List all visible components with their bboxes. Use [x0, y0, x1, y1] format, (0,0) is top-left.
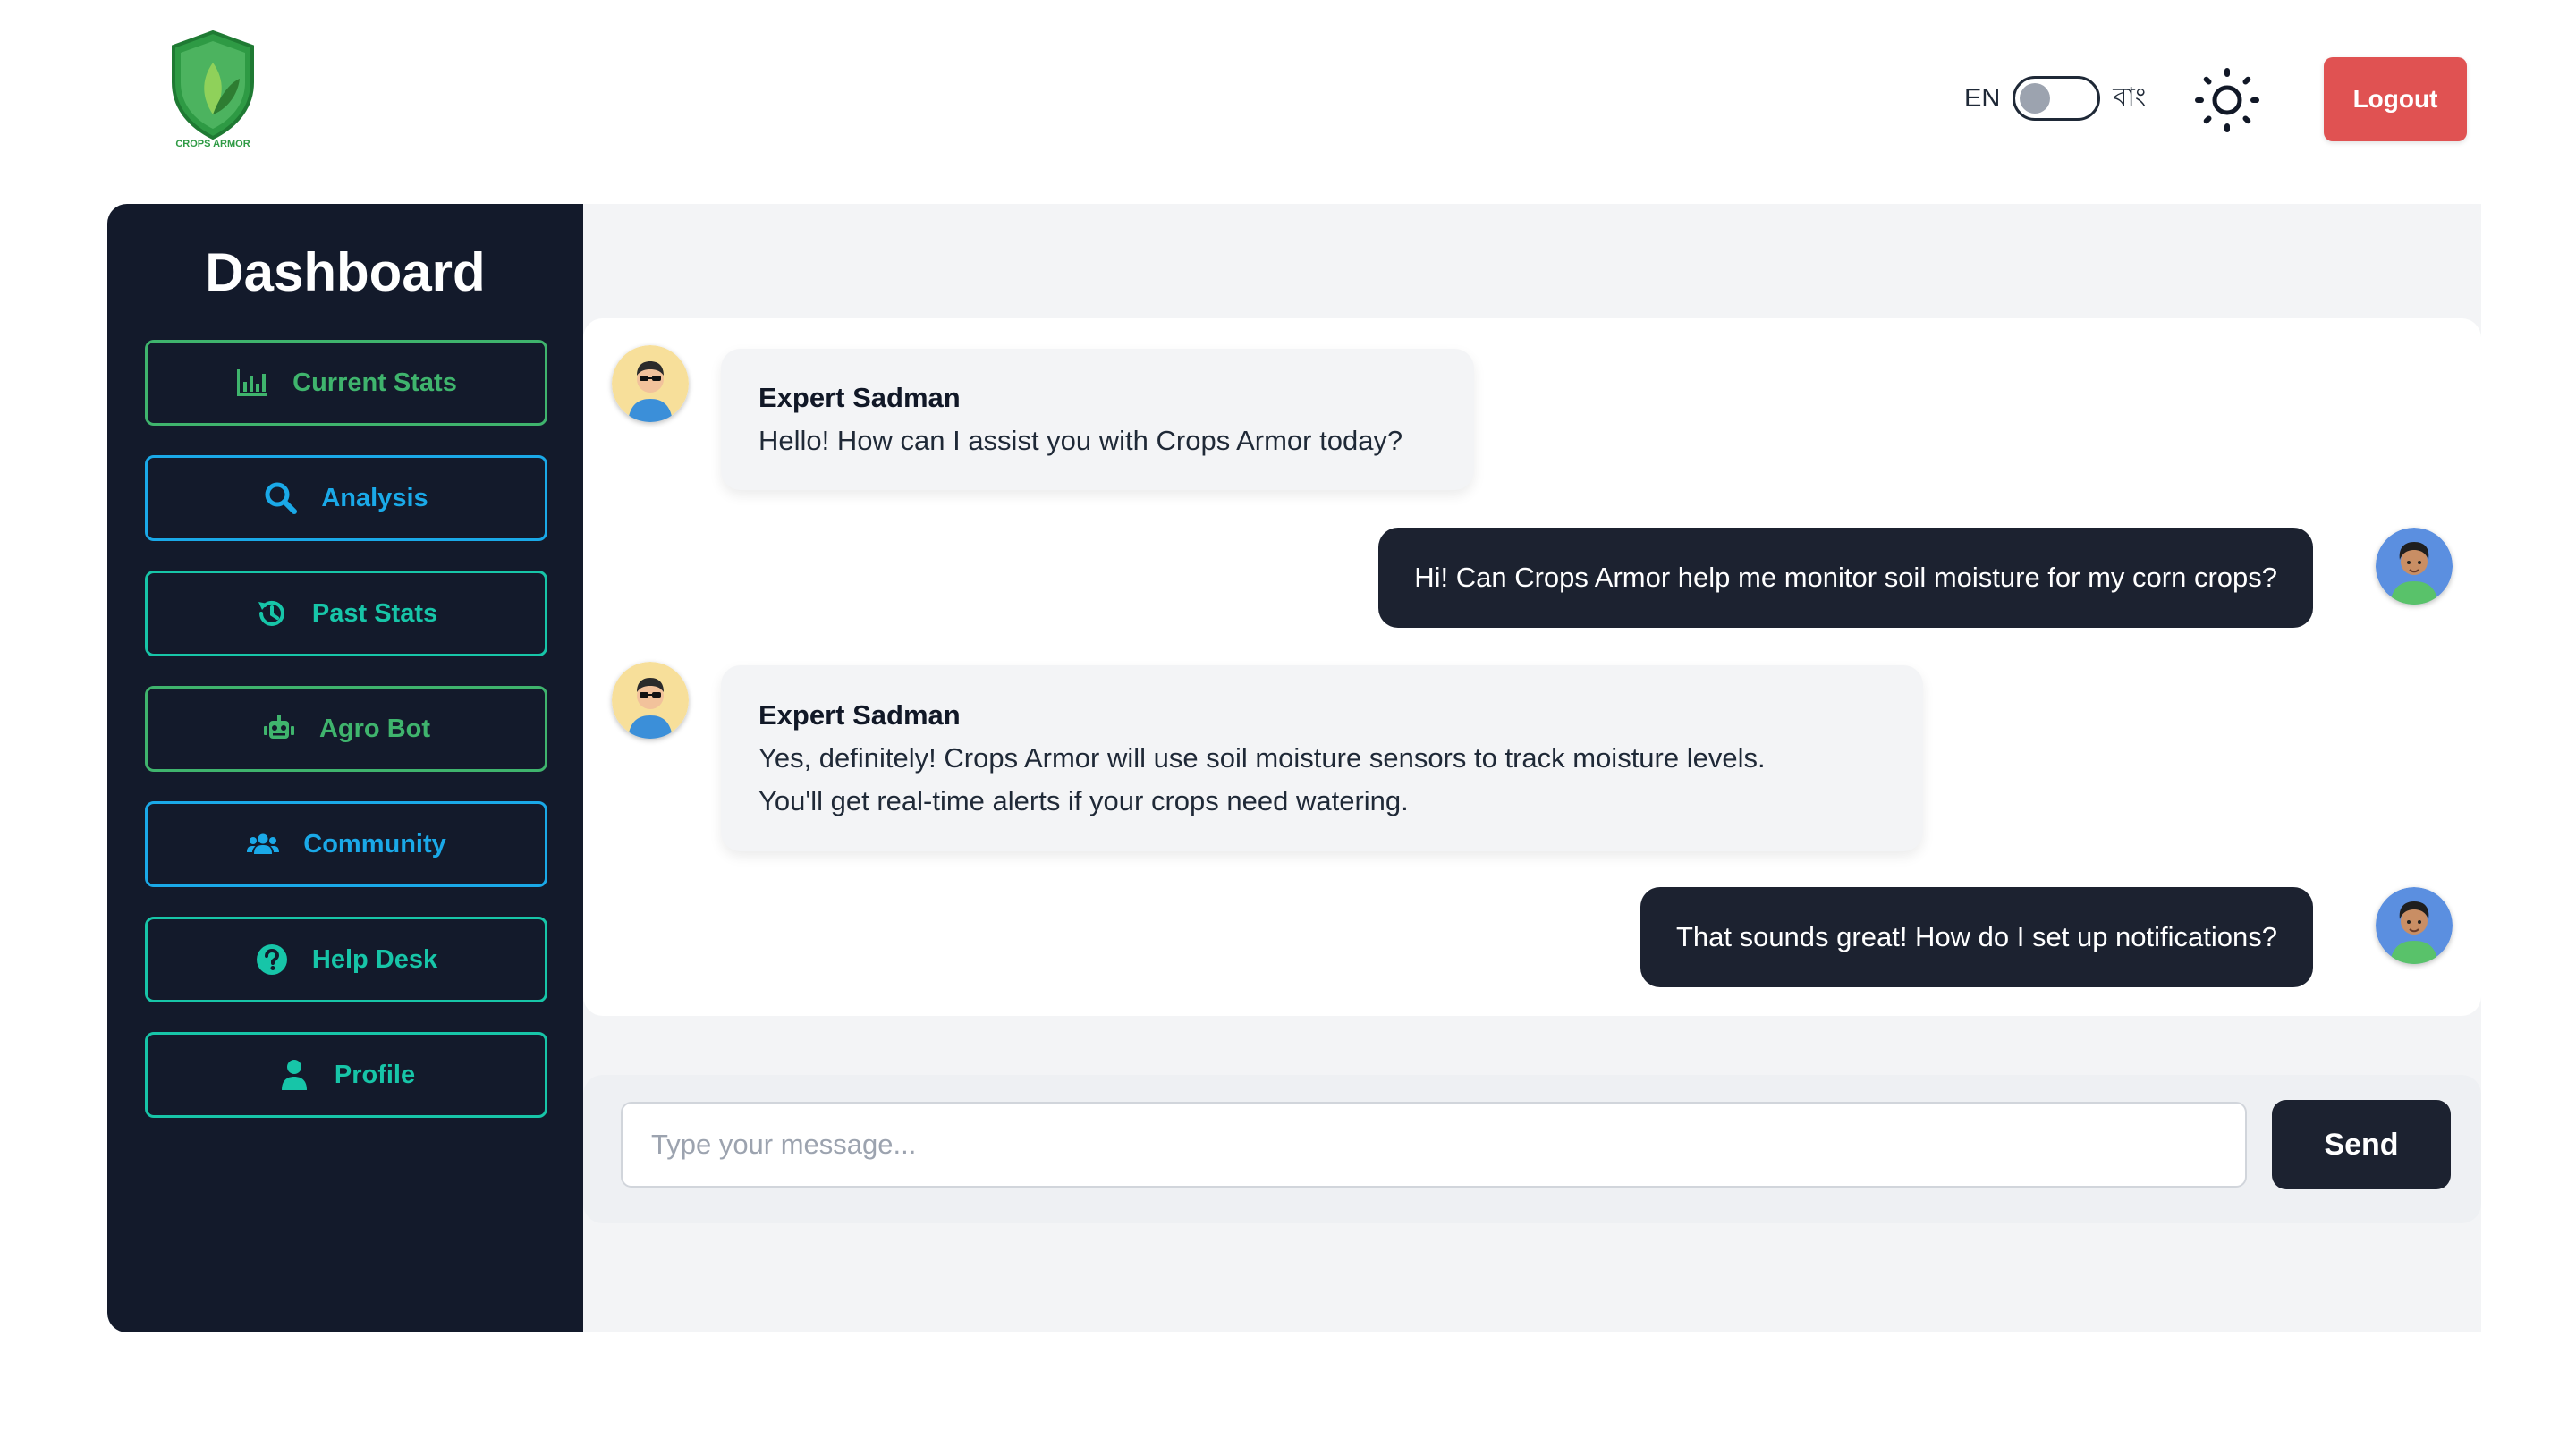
message-sender: Expert Sadman — [758, 699, 961, 731]
robot-icon — [263, 715, 294, 739]
user-avatar — [2376, 887, 2453, 964]
sidebar: Dashboard Current Stats Analysis Past St… — [107, 204, 583, 1332]
message-text: That sounds great! How do I set up notif… — [1675, 921, 2277, 952]
sidebar-title: Dashboard — [205, 242, 486, 302]
message-input[interactable] — [621, 1102, 2247, 1188]
bar-chart-icon — [237, 369, 268, 396]
message-sender: Expert Sadman — [758, 382, 961, 413]
message-text-line: Yes, definitely! Crops Armor will use so… — [758, 742, 1766, 774]
main-content: Expert Sadman Hello! How can I assist yo… — [583, 204, 2481, 1332]
toggle-knob — [2020, 83, 2051, 114]
sidebar-item-label: Current Stats — [292, 368, 457, 397]
sun-icon[interactable] — [2193, 66, 2261, 134]
lang-en-label: EN — [1964, 83, 2001, 113]
send-button[interactable]: Send — [2272, 1100, 2451, 1189]
logout-button[interactable]: Logout — [2324, 57, 2467, 141]
sidebar-item-label: Community — [303, 829, 446, 859]
sidebar-item-label: Agro Bot — [318, 714, 431, 743]
expert-message-bubble: Expert Sadman Yes, definitely! Crops Arm… — [721, 665, 1923, 851]
sidebar-item-label: Profile — [334, 1060, 416, 1089]
sidebar-item-profile[interactable]: Profile — [145, 1032, 547, 1118]
message-composer: Send — [583, 1075, 2481, 1223]
sidebar-item-community[interactable]: Community — [145, 801, 547, 887]
sidebar-item-agro-bot[interactable]: Agro Bot — [145, 686, 547, 772]
search-icon — [265, 482, 298, 514]
sidebar-item-label: Past Stats — [311, 598, 438, 628]
language-switch: EN বাং — [1964, 73, 2146, 123]
expert-message-bubble: Expert Sadman Hello! How can I assist yo… — [721, 349, 1474, 490]
user-avatar — [2376, 528, 2453, 605]
user-message-bubble: That sounds great! How do I set up notif… — [1640, 887, 2313, 987]
expert-avatar — [612, 662, 689, 739]
lang-bn-label: বাং — [2113, 82, 2147, 112]
sidebar-item-help-desk[interactable]: Help Desk — [145, 917, 547, 1002]
sidebar-item-label: Analysis — [321, 483, 428, 512]
users-icon — [247, 833, 280, 854]
sidebar-item-current-stats[interactable]: Current Stats — [145, 340, 547, 426]
sidebar-item-label: Help Desk — [311, 944, 438, 974]
logo-text: CROPS ARMOR — [175, 139, 250, 148]
expert-avatar — [612, 345, 689, 422]
sidebar-item-past-stats[interactable]: Past Stats — [145, 571, 547, 656]
message-text: Hi! Can Crops Armor help me monitor soil… — [1414, 562, 2277, 593]
message-text: Hello! How can I assist you with Crops A… — [758, 425, 1403, 456]
history-icon — [258, 600, 284, 626]
message-text-line: You'll get real-time alerts if your crop… — [758, 785, 1409, 816]
sidebar-item-analysis[interactable]: Analysis — [145, 455, 547, 541]
question-circle-icon — [256, 944, 287, 975]
chat-panel: Expert Sadman Hello! How can I assist yo… — [583, 318, 2481, 1016]
language-toggle[interactable] — [2012, 76, 2101, 121]
user-icon — [281, 1060, 307, 1090]
crops-armor-logo[interactable]: CROPS ARMOR — [166, 27, 259, 149]
user-message-bubble: Hi! Can Crops Armor help me monitor soil… — [1378, 528, 2313, 628]
